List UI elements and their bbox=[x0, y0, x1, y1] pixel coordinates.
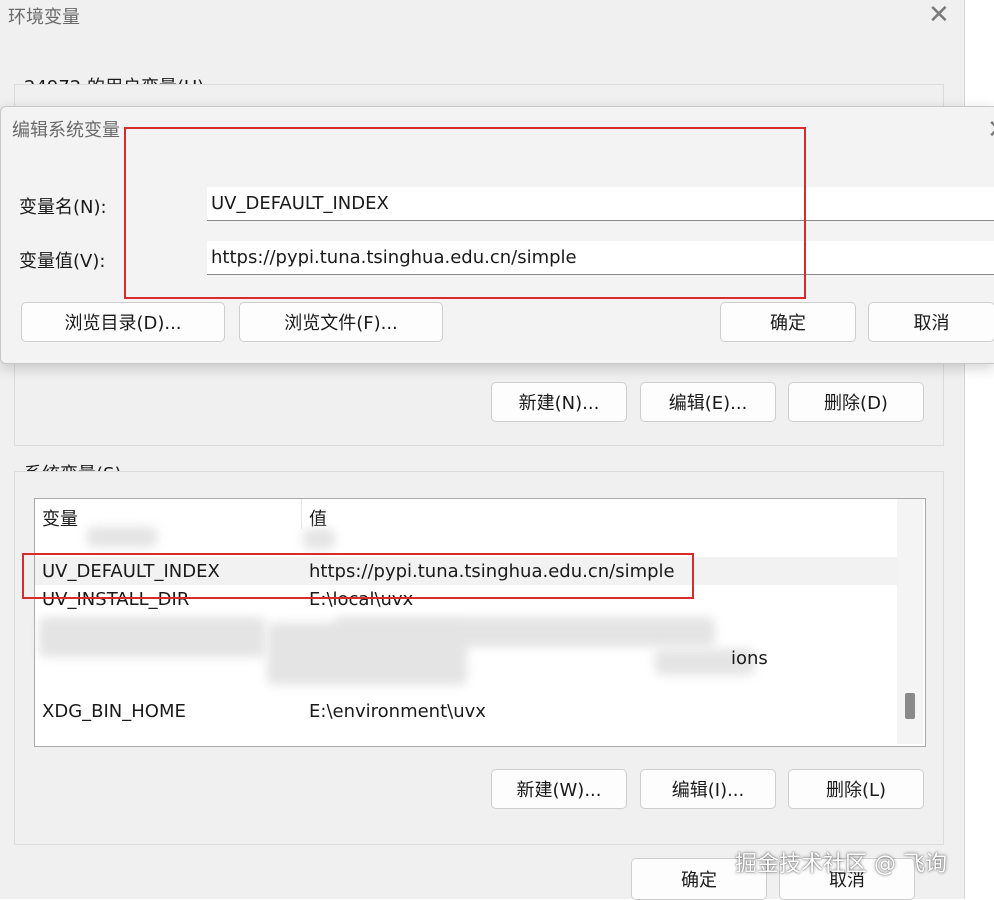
edit-system-variable-dialog: 编辑系统变量 ✕ 变量名(N): 变量值(V): 浏览目录(D)... 浏览文件… bbox=[0, 106, 994, 364]
close-icon[interactable]: ✕ bbox=[928, 2, 950, 28]
row-name: UV_INSTALL_DIR bbox=[42, 589, 190, 610]
system-new-button[interactable]: 新建(W)... bbox=[491, 769, 627, 809]
browse-file-button[interactable]: 浏览文件(F)... bbox=[239, 302, 443, 342]
row-name: XDG_BIN_HOME bbox=[42, 701, 186, 722]
table-row[interactable]: XDG_BIN_HOME E:\environment\uvx bbox=[35, 699, 897, 725]
row-name: UV_DEFAULT_INDEX bbox=[42, 561, 220, 582]
column-separator[interactable] bbox=[301, 499, 302, 529]
column-header-value[interactable]: 值 bbox=[309, 505, 327, 531]
row-value: ions bbox=[731, 648, 768, 669]
censored-row bbox=[335, 617, 715, 647]
table-row[interactable]: ions bbox=[35, 644, 897, 670]
vertical-scrollbar[interactable] bbox=[897, 499, 923, 744]
system-variables-list[interactable]: 变量 值 UV_DEFAULT_INDEX https://pypi.tuna.… bbox=[34, 498, 926, 747]
variable-name-input[interactable] bbox=[207, 187, 994, 221]
dialog-cancel-button[interactable]: 取消 bbox=[868, 302, 994, 342]
column-header-name[interactable]: 变量 bbox=[42, 505, 78, 531]
user-delete-button[interactable]: 删除(D) bbox=[788, 382, 924, 422]
censored-row bbox=[87, 527, 157, 547]
dialog-title: 编辑系统变量 bbox=[12, 120, 120, 141]
close-icon[interactable]: ✕ bbox=[987, 117, 994, 143]
row-value: E:\environment\uvx bbox=[309, 701, 486, 722]
dialog-ok-button[interactable]: 确定 bbox=[720, 302, 856, 342]
row-value: E:\local\uvx bbox=[309, 589, 414, 610]
watermark-text: 掘金技术社区 @ 飞询 bbox=[735, 852, 947, 877]
system-edit-button[interactable]: 编辑(I)... bbox=[640, 769, 776, 809]
scrollbar-thumb[interactable] bbox=[905, 693, 915, 719]
censored-row bbox=[303, 529, 335, 549]
variable-value-input[interactable] bbox=[207, 241, 994, 275]
browse-directory-button[interactable]: 浏览目录(D)... bbox=[21, 302, 225, 342]
table-row-selected[interactable]: UV_DEFAULT_INDEX https://pypi.tuna.tsing… bbox=[35, 557, 897, 585]
table-row[interactable]: UV_INSTALL_DIR E:\local\uvx bbox=[35, 587, 897, 613]
user-edit-button[interactable]: 编辑(E)... bbox=[640, 382, 776, 422]
system-delete-button[interactable]: 删除(L) bbox=[788, 769, 924, 809]
variable-name-label: 变量名(N): bbox=[19, 197, 107, 218]
variable-value-label: 变量值(V): bbox=[19, 251, 106, 272]
row-value: https://pypi.tuna.tsinghua.edu.cn/simple bbox=[309, 561, 675, 582]
user-new-button[interactable]: 新建(N)... bbox=[491, 382, 627, 422]
window-title: 环境变量 bbox=[8, 7, 80, 28]
